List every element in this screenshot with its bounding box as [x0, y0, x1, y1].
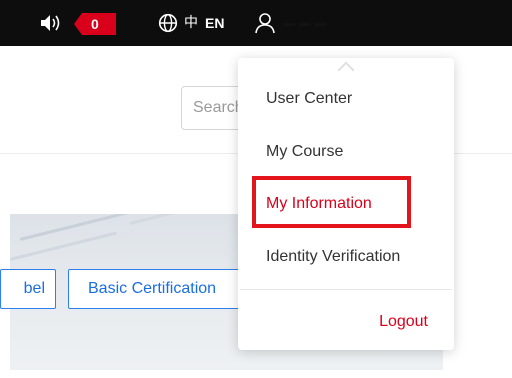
globe-icon[interactable] — [158, 13, 178, 33]
menu-item-identity-verification[interactable]: Identity Verification — [266, 246, 400, 268]
menu-item-my-information[interactable]: My Information — [266, 193, 372, 215]
speaker-icon[interactable] — [40, 13, 64, 33]
top-bar: 0 中 EN ··· ··· ··· — [0, 0, 512, 46]
menu-item-my-course[interactable]: My Course — [266, 141, 343, 163]
language-zh-option[interactable]: 中 — [184, 13, 198, 33]
tag-button-basic-certification[interactable]: Basic Certification — [68, 269, 243, 309]
logout-button[interactable]: Logout — [366, 311, 428, 333]
menu-item-user-center[interactable]: User Center — [266, 88, 352, 110]
language-en-option[interactable]: EN — [205, 13, 224, 33]
banner-decoration — [129, 214, 247, 225]
username-label[interactable]: ··· ··· ··· — [284, 17, 368, 31]
menu-divider — [240, 289, 452, 290]
user-icon[interactable] — [254, 12, 276, 34]
tag-button-label[interactable]: bel — [0, 269, 56, 309]
notification-badge[interactable]: 0 — [74, 13, 116, 35]
